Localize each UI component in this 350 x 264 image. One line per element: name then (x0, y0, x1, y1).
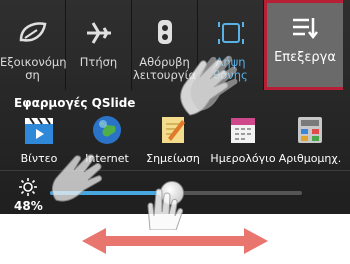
qslide-app-label: Αριθμομηχ. (278, 152, 342, 165)
swipe-gesture-hand-icon (51, 154, 102, 202)
airplane-label: Πτήση (79, 55, 118, 69)
tap-gesture-hand-icon (180, 55, 238, 116)
edit-settings-icon (267, 15, 343, 45)
qslide-app-calculator[interactable]: Αριθμομηχ. (275, 110, 345, 170)
brightness-sun-icon (18, 177, 38, 201)
airplane-toggle[interactable]: Πτήση (66, 0, 132, 90)
leaf-power-saver-icon (0, 18, 65, 48)
brightness-value: 48% (14, 199, 43, 213)
silent-mode-icon (132, 18, 197, 48)
calculator-icon (275, 114, 345, 146)
globe-icon (72, 114, 142, 146)
edit-label: Επεξεργα (274, 50, 336, 65)
qslide-title: Εφαρμογές QSlide (14, 96, 136, 110)
edit-button[interactable]: Επεξεργα (264, 0, 343, 90)
qslide-app-label: Σημείωση (146, 152, 200, 165)
power-saver-toggle[interactable]: Εξοικονόμη ση (0, 0, 66, 90)
power-saver-label: Εξοικονόμη ση (0, 55, 67, 82)
screenshot-icon (198, 18, 263, 48)
drag-gesture-hand-icon (147, 188, 183, 230)
video-clapper-icon (4, 114, 74, 146)
swipe-direction-arrows-icon (82, 228, 268, 254)
airplane-icon (66, 18, 131, 48)
qslide-app-label: Ημερολόγιο (210, 152, 276, 165)
